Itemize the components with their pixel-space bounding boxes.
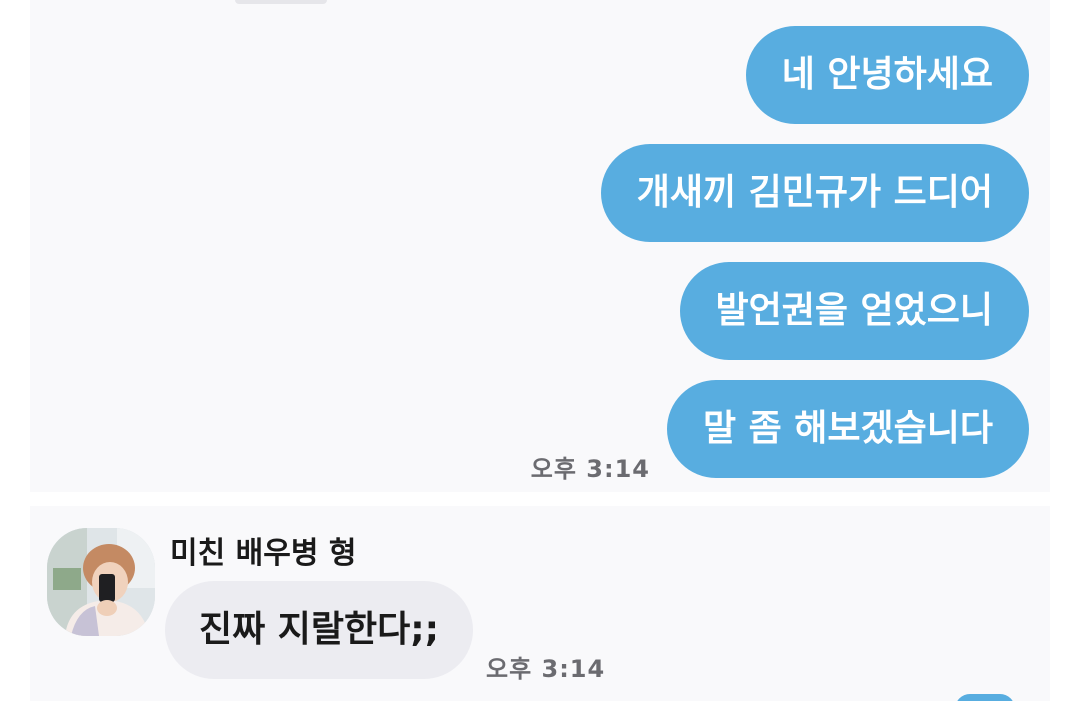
outgoing-message-bubble[interactable]: 네 안녕하세요 <box>745 26 1029 124</box>
outgoing-message-bubble[interactable]: 말 좀 해보겠습니다 <box>666 380 1029 478</box>
outgoing-message-bubble[interactable]: 개새끼 김민규가 드디어 <box>600 144 1029 242</box>
chat-screen: 네 안녕하세요 개새끼 김민규가 드디어 발언권을 얻었으니 말 좀 해보겠습니… <box>0 0 1080 701</box>
sender-name[interactable]: 미친 배우병 형 <box>170 528 357 572</box>
incoming-timestamp: 오후 3:14 <box>486 655 606 683</box>
profile-photo-icon <box>47 528 155 636</box>
outgoing-timestamp: 오후 3:14 <box>530 455 650 483</box>
next-outgoing-message-edge <box>955 694 1015 701</box>
outgoing-message-bubble[interactable]: 발언권을 얻었으니 <box>679 262 1029 360</box>
previous-message-edge <box>235 0 327 4</box>
incoming-message-bubble[interactable]: 진짜 지랄한다;; <box>165 581 474 679</box>
sender-avatar[interactable] <box>47 528 155 636</box>
